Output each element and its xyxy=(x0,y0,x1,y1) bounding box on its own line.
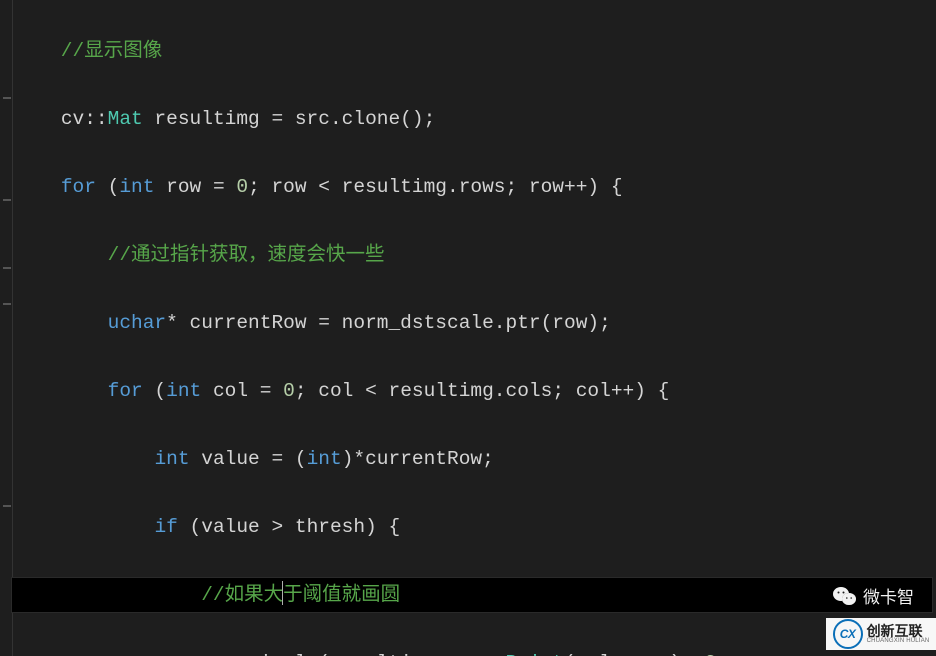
code-line: cv::Mat resultimg = src.clone(); xyxy=(14,102,932,136)
code-line: if (value > thresh) { xyxy=(14,510,932,544)
watermark-wechat: 微卡智 xyxy=(833,583,914,608)
code-line: int value = (int)*currentRow; xyxy=(14,442,932,476)
wechat-icon xyxy=(833,586,857,606)
fold-marker xyxy=(3,267,11,269)
watermark-wechat-text: 微卡智 xyxy=(863,583,914,608)
code-line: //通过指针获取，速度会快一些 xyxy=(14,238,932,272)
code-line: for (int row = 0; row < resultimg.rows; … xyxy=(14,170,932,204)
fold-marker xyxy=(3,505,11,507)
code-line: for (int col = 0; col < resultimg.cols; … xyxy=(14,374,932,408)
logo-badge-icon: CX xyxy=(833,619,863,649)
code-editor[interactable]: //显示图像 cv::Mat resultimg = src.clone(); … xyxy=(14,0,932,656)
editor-gutter xyxy=(0,0,13,656)
logo-text: 创新互联 CHUANGXIN HULIAN xyxy=(867,624,930,644)
fold-marker xyxy=(3,199,11,201)
fold-marker xyxy=(3,97,11,99)
code-line: cv::circle(resultimg, cv::Point(col, row… xyxy=(14,646,932,656)
comment-text: //显示图像 xyxy=(14,40,162,62)
code-line-active: //如果大于阈值就画圆 xyxy=(12,578,932,612)
fold-marker xyxy=(3,303,11,305)
code-line: uchar* currentRow = norm_dstscale.ptr(ro… xyxy=(14,306,932,340)
watermark-logo: CX 创新互联 CHUANGXIN HULIAN xyxy=(826,618,936,650)
text-cursor xyxy=(282,581,283,605)
code-line: //显示图像 xyxy=(14,34,932,68)
